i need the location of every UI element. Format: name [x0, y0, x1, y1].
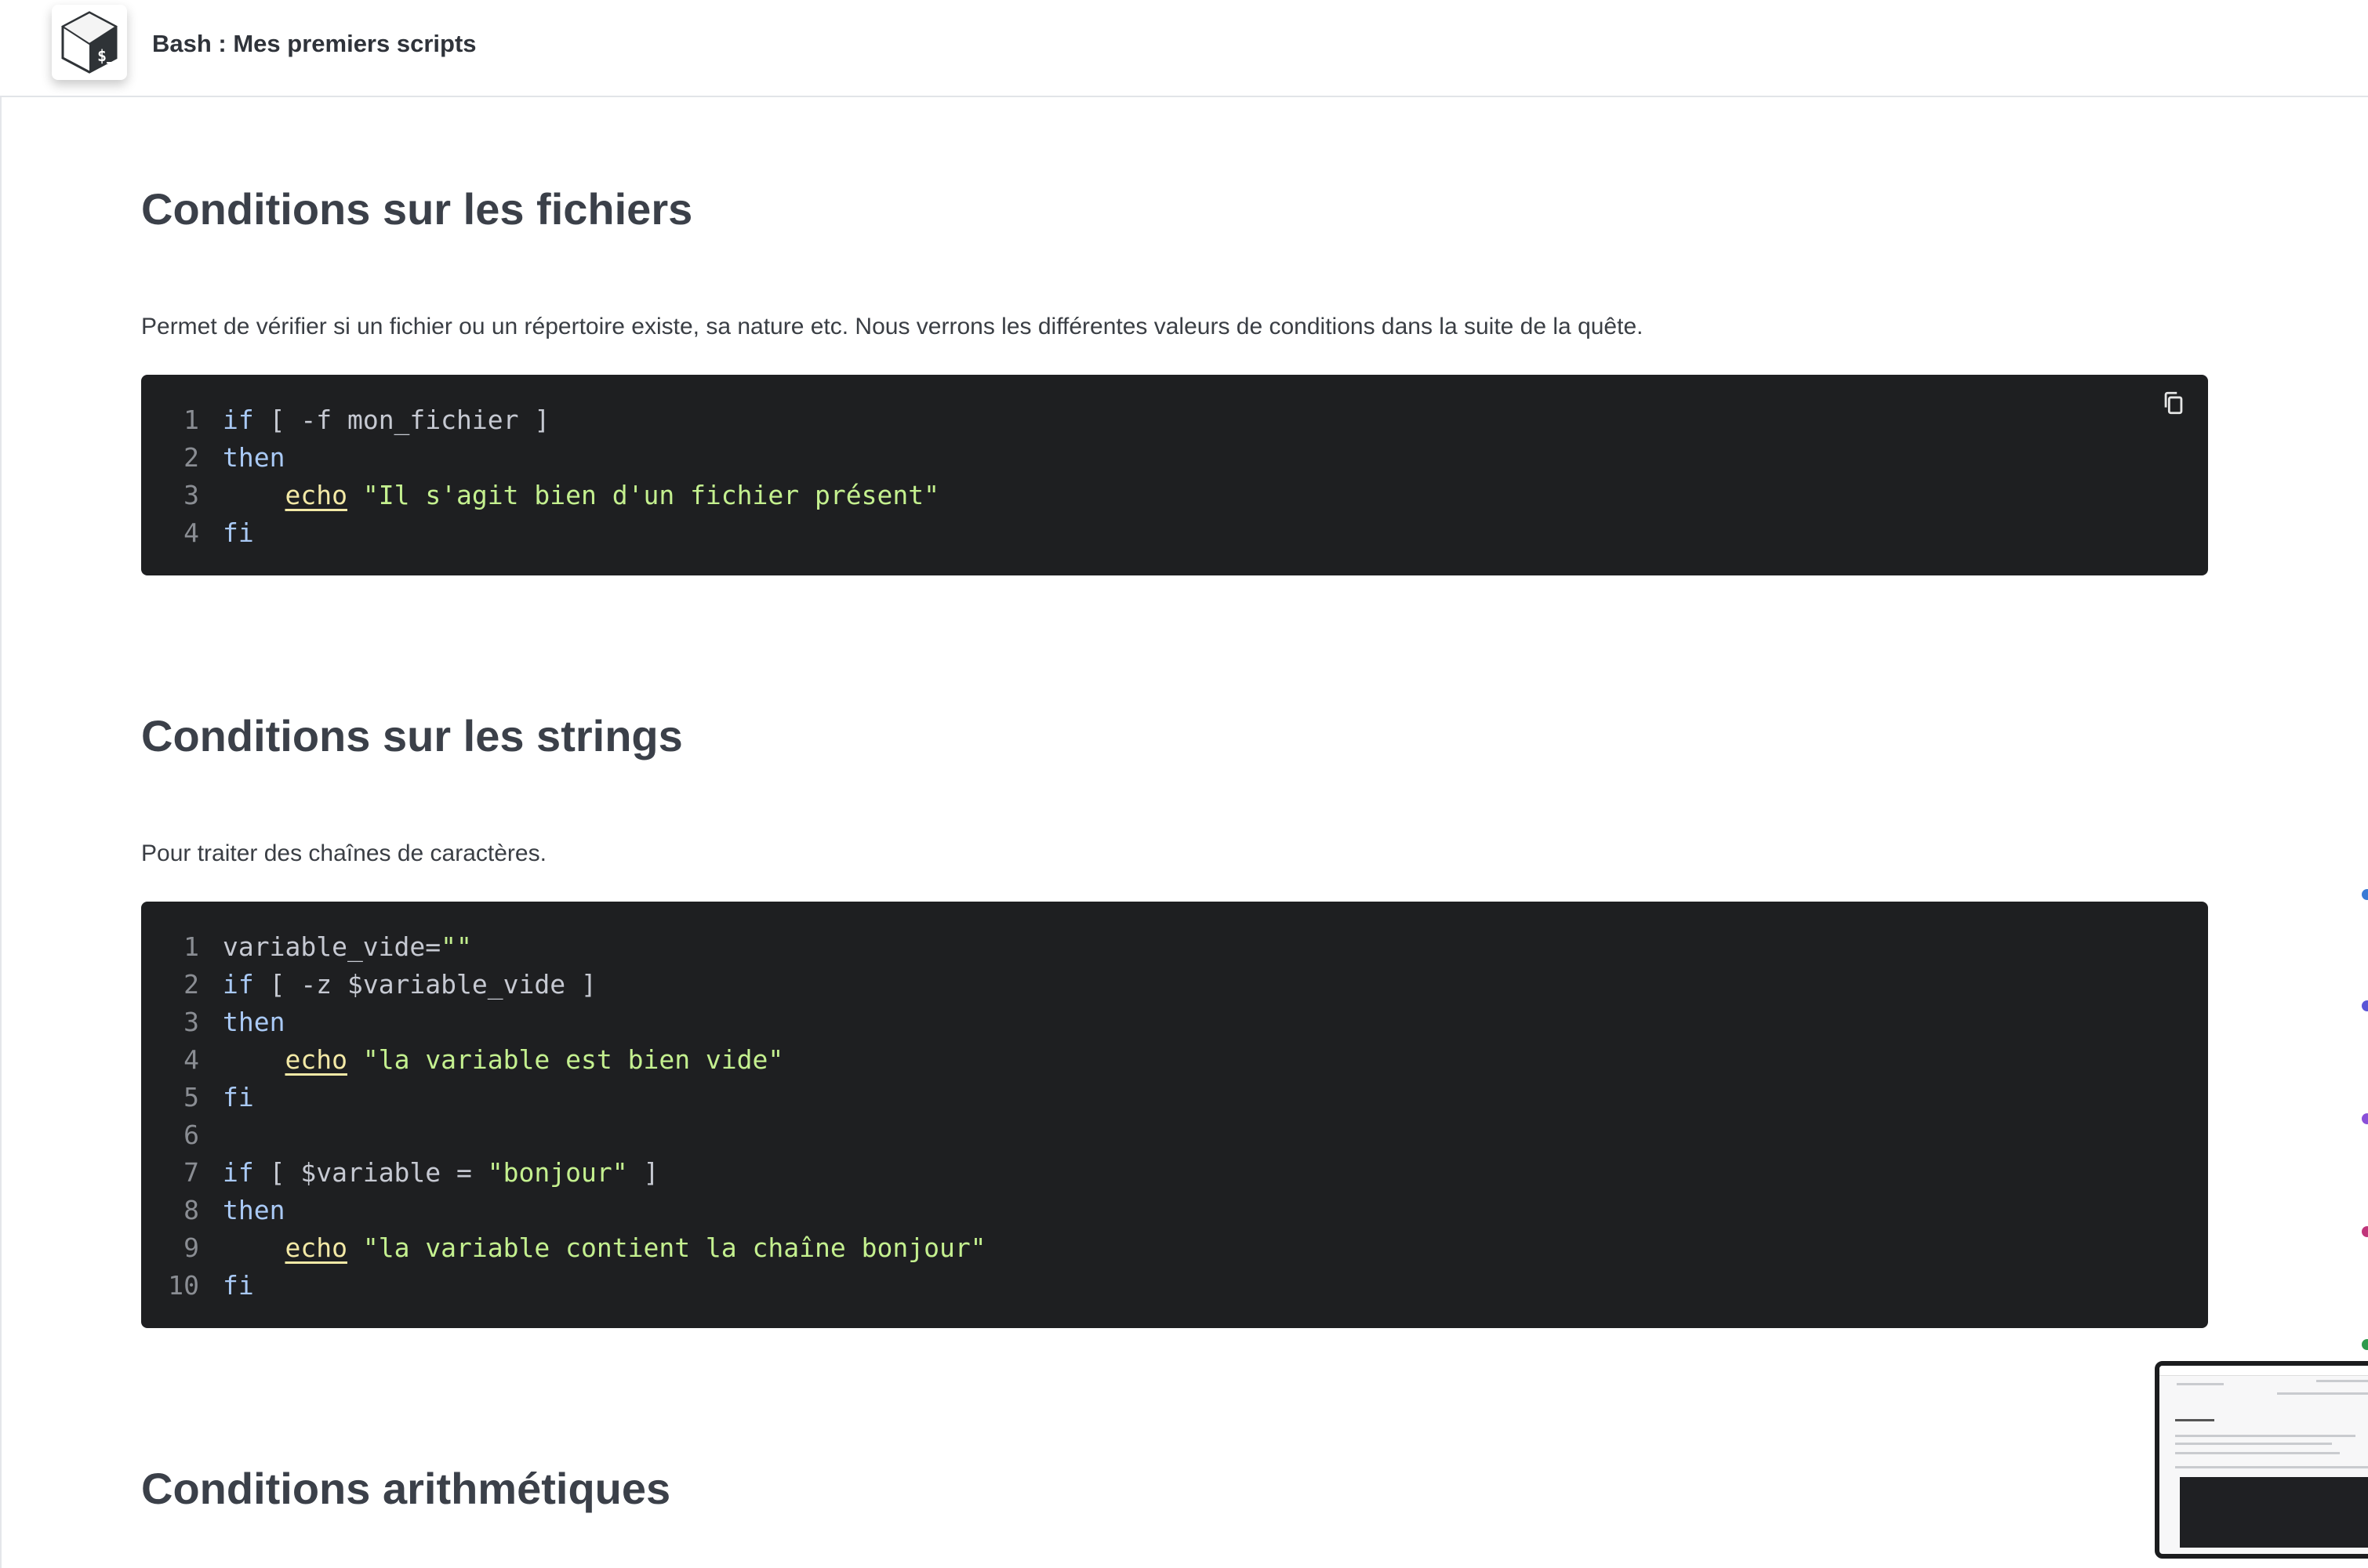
- code-token: [ -z $variable_vide ]: [253, 969, 597, 1000]
- line-number: 9: [183, 1232, 199, 1263]
- code-token: [ $variable =: [253, 1157, 488, 1188]
- code-text: echo "la variable contient la chaîne bon…: [223, 1229, 986, 1267]
- left-border: [0, 0, 2, 1568]
- code-string: "la variable est bien vide": [362, 1044, 784, 1075]
- code-keyword: if: [223, 1157, 254, 1188]
- code-line: 2 if [ -z $variable_vide ]: [141, 966, 597, 1004]
- code-keyword: if: [223, 405, 254, 435]
- line-number: 6: [183, 1120, 199, 1150]
- floating-action-dot[interactable]: [2362, 1000, 2368, 1011]
- code-text: fi: [223, 1267, 254, 1305]
- section-description-strings: Pour traiter des chaînes de caractères.: [141, 840, 547, 866]
- code-string: "Il s'agit bien d'un fichier présent": [362, 480, 939, 510]
- code-line: 1 if [ -f mon_fichier ]: [141, 401, 550, 439]
- course-page: $ Bash : Mes premiers scripts Conditions…: [0, 0, 2368, 1568]
- copy-icon[interactable]: [2158, 387, 2189, 419]
- code-token: [ -f mon_fichier ]: [253, 405, 550, 435]
- section-title-strings: Conditions sur les strings: [141, 711, 683, 760]
- code-lines: 1 if [ -f mon_fichier ] 2 then 3 echo "Il s'…: [141, 401, 939, 552]
- floating-action-dot[interactable]: [2362, 1113, 2368, 1124]
- line-number: 1: [183, 405, 199, 435]
- code-text: echo "Il s'agit bien d'un fichier présen…: [223, 477, 939, 514]
- code-keyword: fi: [223, 517, 254, 548]
- code-line: 9 echo "la variable contient la chaîne b…: [141, 1229, 986, 1267]
- floating-action-dot[interactable]: [2362, 889, 2368, 900]
- code-string: "bonjour": [487, 1157, 628, 1188]
- code-token: variable_vide=: [223, 931, 441, 962]
- course-header: $ Bash : Mes premiers scripts: [0, 0, 2368, 97]
- code-string: "": [441, 931, 472, 962]
- line-number: 2: [183, 969, 199, 1000]
- code-command[interactable]: echo: [285, 480, 347, 510]
- code-text: then: [223, 1004, 285, 1041]
- page-preview-thumbnail[interactable]: [2155, 1361, 2368, 1559]
- floating-action-dot[interactable]: [2362, 1226, 2368, 1237]
- code-text: variable_vide="": [223, 928, 472, 966]
- code-line: 4 echo "la variable est bien vide": [141, 1041, 783, 1079]
- code-text: if [ -f mon_fichier ]: [223, 401, 550, 439]
- code-string: "la variable contient la chaîne bonjour": [362, 1232, 986, 1263]
- course-title: Bash : Mes premiers scripts: [152, 30, 477, 57]
- code-line: 2 then: [141, 439, 285, 477]
- code-text: echo "la variable est bien vide": [223, 1041, 783, 1079]
- code-line: 1 variable_vide="": [141, 928, 472, 966]
- code-text: then: [223, 1192, 285, 1229]
- code-keyword: fi: [223, 1270, 254, 1301]
- code-keyword: then: [223, 1195, 285, 1225]
- code-line: 7 if [ $variable = "bonjour" ]: [141, 1154, 659, 1192]
- section-title-files: Conditions sur les fichiers: [141, 184, 693, 234]
- section-description-files: Permet de vérifier si un fichier ou un r…: [141, 314, 1643, 339]
- line-number: 1: [183, 931, 199, 962]
- line-number: 3: [183, 1007, 199, 1037]
- code-text: fi: [223, 1079, 254, 1116]
- code-line: 8 then: [141, 1192, 285, 1229]
- section-title-arithmetic: Conditions arithmétiques: [141, 1464, 671, 1513]
- code-keyword: fi: [223, 1082, 254, 1112]
- code-line: 10 fi: [141, 1267, 254, 1305]
- floating-action-dot[interactable]: [2362, 1339, 2368, 1350]
- code-line: 3 then: [141, 1004, 285, 1041]
- line-number: 8: [183, 1195, 199, 1225]
- code-keyword: then: [223, 1007, 285, 1037]
- code-block-strings: 1 variable_vide="" 2 if [ -z $variable_vide…: [141, 902, 2208, 1328]
- code-block-files: 1 if [ -f mon_fichier ] 2 then 3 echo "Il s'…: [141, 375, 2208, 575]
- code-line: 4 fi: [141, 514, 254, 552]
- line-number: 10: [168, 1270, 199, 1301]
- svg-text:$: $: [97, 46, 107, 65]
- code-command[interactable]: echo: [285, 1044, 347, 1075]
- code-text: if [ $variable = "bonjour" ]: [223, 1154, 659, 1192]
- code-text: then: [223, 439, 285, 477]
- code-line: 5 fi: [141, 1079, 254, 1116]
- line-number: 4: [183, 1044, 199, 1075]
- code-line: 3 echo "Il s'agit bien d'un fichier prés…: [141, 477, 939, 514]
- code-text: fi: [223, 514, 254, 552]
- line-number: 3: [183, 480, 199, 510]
- bash-logo-icon[interactable]: $: [52, 5, 127, 80]
- code-keyword: if: [223, 969, 254, 1000]
- code-command[interactable]: echo: [285, 1232, 347, 1263]
- line-number: 2: [183, 442, 199, 473]
- code-lines: 1 variable_vide="" 2 if [ -z $variable_vide…: [141, 928, 986, 1305]
- code-token: ]: [627, 1157, 659, 1188]
- line-number: 5: [183, 1082, 199, 1112]
- line-number: 7: [183, 1157, 199, 1188]
- code-keyword: then: [223, 442, 285, 473]
- code-text: if [ -z $variable_vide ]: [223, 966, 597, 1004]
- code-line: 6: [141, 1116, 199, 1154]
- line-number: 4: [183, 517, 199, 548]
